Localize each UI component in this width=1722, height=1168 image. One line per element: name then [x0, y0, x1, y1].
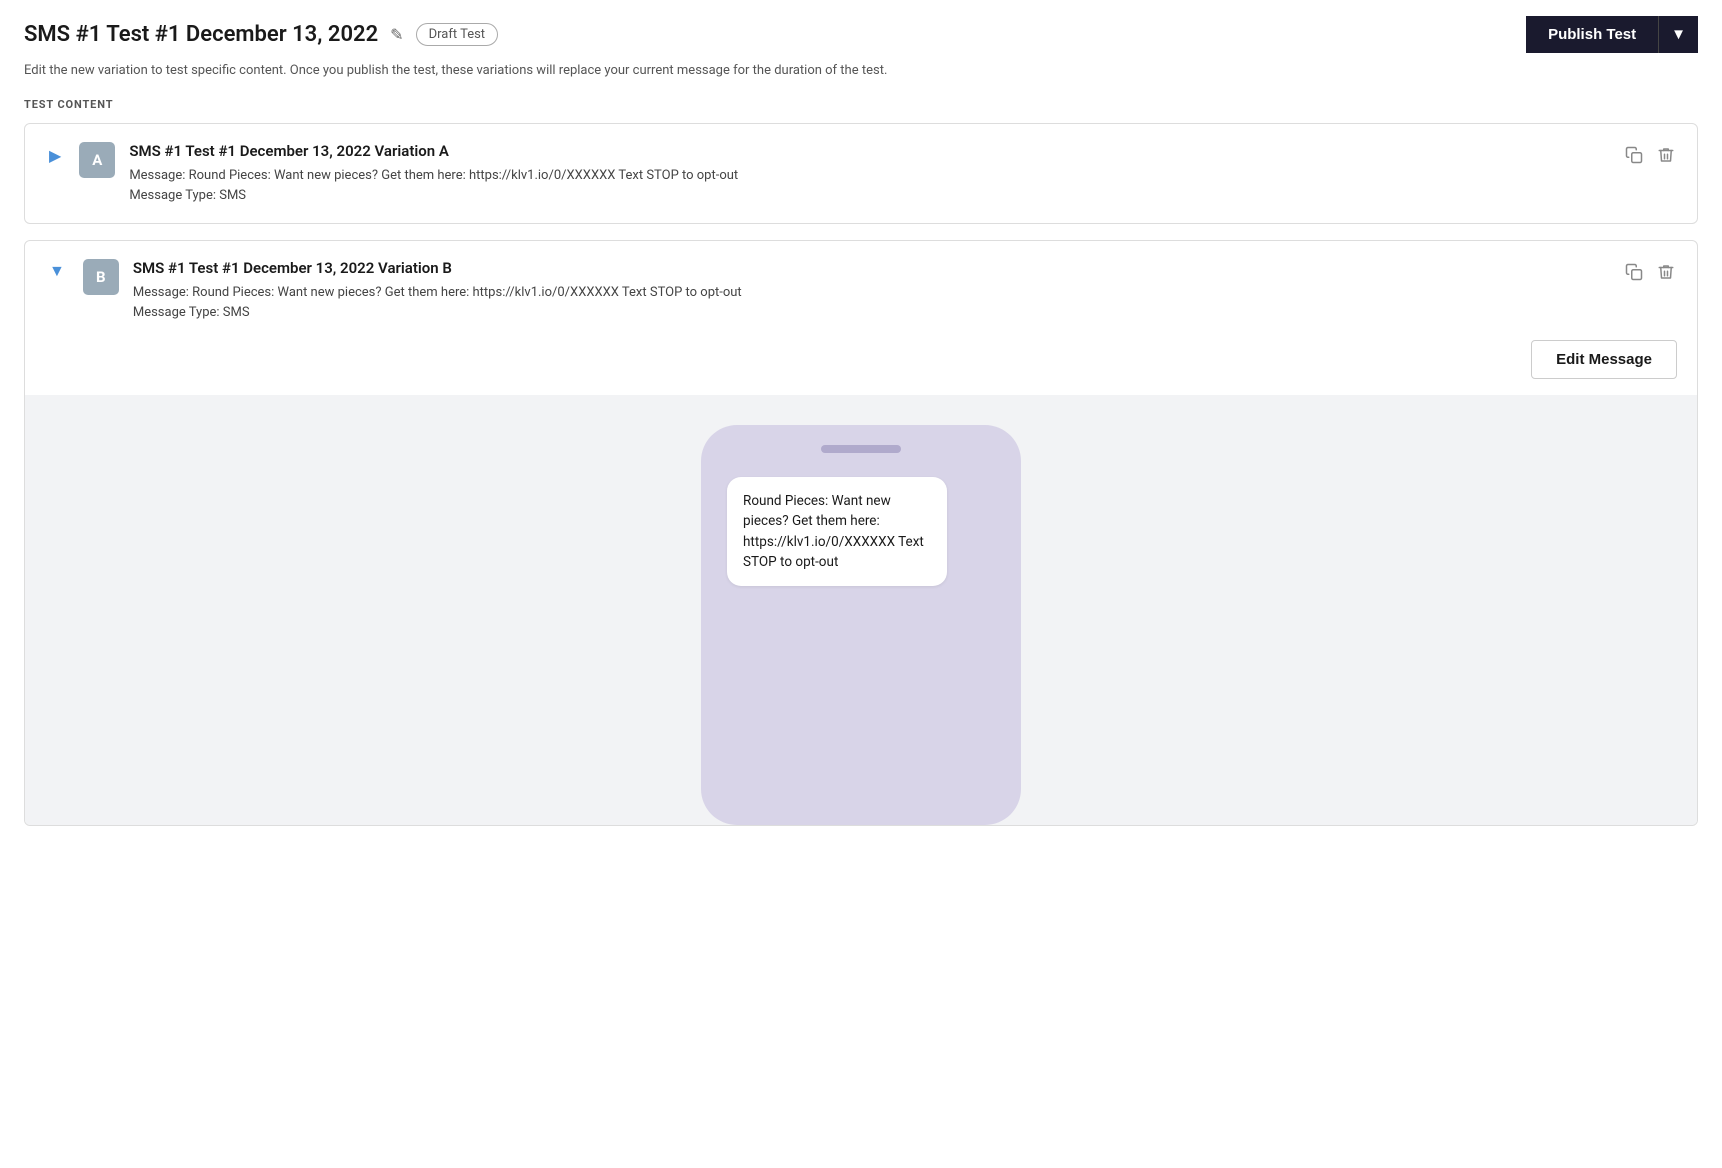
phone-preview-area: Round Pieces: Want new pieces? Get them …	[25, 395, 1697, 825]
publish-test-button[interactable]: Publish Test	[1526, 16, 1659, 53]
variation-a-name: SMS #1 Test #1 December 13, 2022 Variati…	[129, 142, 1609, 160]
variation-card-a: ▶ A SMS #1 Test #1 December 13, 2022 Var…	[24, 123, 1698, 224]
variation-b-header: ▼ B SMS #1 Test #1 December 13, 2022 Var…	[25, 241, 1697, 340]
variation-b-actions	[1623, 259, 1677, 288]
variation-a-avatar: A	[79, 142, 115, 178]
header-actions: Publish Test ▼	[1526, 16, 1698, 53]
sms-preview-bubble: Round Pieces: Want new pieces? Get them …	[727, 477, 947, 586]
variation-b-message-line2: Message Type: SMS	[133, 303, 1609, 323]
edit-message-bar: Edit Message	[25, 340, 1697, 395]
header: SMS #1 Test #1 December 13, 2022 ✎ Draft…	[24, 16, 1698, 53]
variation-b-message-line1: Message: Round Pieces: Want new pieces? …	[133, 283, 1609, 303]
subtitle-text: Edit the new variation to test specific …	[24, 63, 1698, 78]
phone-mockup: Round Pieces: Want new pieces? Get them …	[701, 425, 1021, 825]
variation-b-copy-button[interactable]	[1623, 261, 1645, 288]
variation-a-message-line2: Message Type: SMS	[129, 186, 1609, 206]
variation-a-info: SMS #1 Test #1 December 13, 2022 Variati…	[129, 142, 1609, 205]
section-label: TEST CONTENT	[24, 98, 1698, 111]
page-wrapper: SMS #1 Test #1 December 13, 2022 ✎ Draft…	[0, 0, 1722, 1168]
variation-b-name: SMS #1 Test #1 December 13, 2022 Variati…	[133, 259, 1609, 277]
variation-a-header: ▶ A SMS #1 Test #1 December 13, 2022 Var…	[25, 124, 1697, 223]
publish-dropdown-button[interactable]: ▼	[1659, 16, 1698, 53]
variation-a-expand-button[interactable]: ▶	[45, 144, 65, 168]
variation-a-copy-button[interactable]	[1623, 144, 1645, 171]
variation-a-delete-button[interactable]	[1655, 144, 1677, 171]
header-left: SMS #1 Test #1 December 13, 2022 ✎ Draft…	[24, 22, 498, 47]
variation-card-b: ▼ B SMS #1 Test #1 December 13, 2022 Var…	[24, 240, 1698, 826]
phone-notch	[821, 445, 901, 453]
chevron-down-icon: ▼	[1671, 26, 1686, 43]
variation-b-expand-button[interactable]: ▼	[45, 261, 69, 283]
variation-a-message-line1: Message: Round Pieces: Want new pieces? …	[129, 166, 1609, 186]
variation-a-actions	[1623, 142, 1677, 171]
draft-badge: Draft Test	[416, 23, 498, 46]
edit-pencil-icon[interactable]: ✎	[390, 25, 403, 44]
page-title: SMS #1 Test #1 December 13, 2022	[24, 22, 378, 47]
variation-b-info: SMS #1 Test #1 December 13, 2022 Variati…	[133, 259, 1609, 322]
variation-b-avatar: B	[83, 259, 119, 295]
edit-message-button[interactable]: Edit Message	[1531, 340, 1677, 379]
variation-b-delete-button[interactable]	[1655, 261, 1677, 288]
